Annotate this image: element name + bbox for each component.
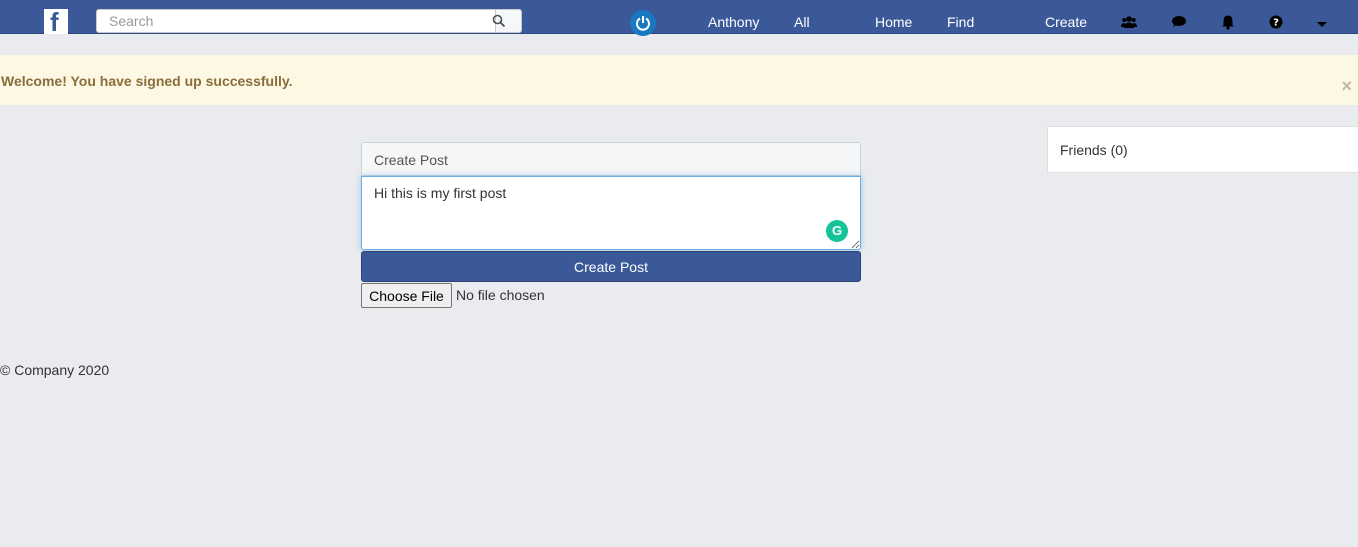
- search-bar: [96, 9, 522, 33]
- file-status-text: No file chosen: [456, 287, 545, 303]
- nav-find-link[interactable]: Find: [947, 14, 974, 30]
- dropdown-caret-icon[interactable]: [1314, 16, 1330, 32]
- search-button[interactable]: [492, 9, 522, 33]
- friends-icon[interactable]: [1121, 14, 1137, 30]
- signup-success-alert: Welcome! You have signed up successfully…: [0, 55, 1358, 105]
- nav-all-link[interactable]: All: [794, 14, 810, 30]
- notifications-icon[interactable]: [1220, 14, 1236, 30]
- messages-icon[interactable]: [1171, 14, 1187, 30]
- friends-panel: Friends (0): [1047, 126, 1358, 173]
- search-input[interactable]: [96, 9, 496, 33]
- create-post-header: Create Post: [361, 142, 861, 176]
- facebook-logo-icon[interactable]: f: [44, 9, 68, 34]
- nav-create-link[interactable]: Create: [1045, 14, 1087, 30]
- grammarly-icon[interactable]: G: [826, 220, 848, 242]
- post-text-input[interactable]: Hi this is my first post: [361, 176, 861, 250]
- nav-user-link[interactable]: Anthony: [708, 14, 759, 30]
- help-icon[interactable]: ?: [1268, 14, 1284, 30]
- close-icon[interactable]: ×: [1341, 77, 1352, 95]
- choose-file-button[interactable]: Choose File: [361, 283, 452, 308]
- svg-text:?: ?: [1273, 18, 1279, 29]
- footer-copyright: © Company 2020: [0, 362, 110, 378]
- nav-home-link[interactable]: Home: [875, 14, 912, 30]
- create-post-button[interactable]: Create Post: [361, 251, 861, 282]
- search-icon: [492, 14, 506, 28]
- friends-count-label[interactable]: Friends (0): [1060, 142, 1128, 158]
- top-navbar: f Anthony All Home Find Create: [0, 0, 1358, 36]
- alert-message: Welcome! You have signed up successfully…: [1, 73, 293, 89]
- power-icon[interactable]: [630, 10, 656, 36]
